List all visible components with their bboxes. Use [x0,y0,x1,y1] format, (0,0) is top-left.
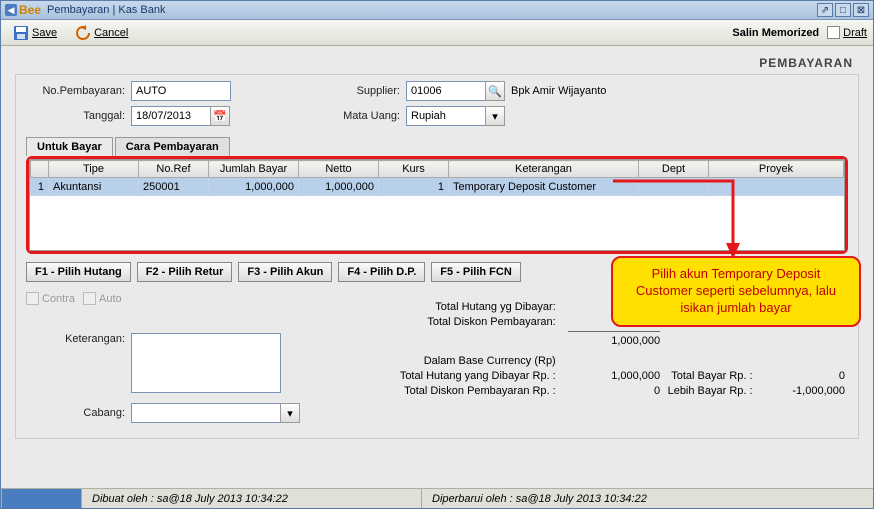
cabang-select[interactable] [131,403,281,423]
app-logo: Bee [19,3,41,17]
cancel-button[interactable]: Cancel [69,23,134,43]
auto-checkbox: Auto [83,292,122,305]
undo-icon [75,25,91,41]
total-bayar-label: Total Bayar Rp. : [660,370,752,382]
cancel-label: Cancel [94,27,128,39]
col-noref[interactable]: No.Ref [139,161,209,178]
keterangan-input[interactable] [131,333,281,393]
lebih-bayar-value: -1,000,000 [753,385,845,397]
contra-checkbox: Contra [26,292,75,305]
col-kurs[interactable]: Kurs [379,161,449,178]
total-bayar-value: 0 [753,370,845,382]
cabang-label: Cabang: [26,407,131,419]
diskon-rp-value: 0 [568,385,660,397]
app-window: ◀ Bee Pembayaran | Kas Bank ⇗ □ ⊠ Save C… [0,0,874,509]
title-bar: ◀ Bee Pembayaran | Kas Bank ⇗ □ ⊠ [1,1,873,20]
minimize-icon[interactable]: ⇗ [817,3,833,17]
col-tipe[interactable]: Tipe [49,161,139,178]
cell-kurs[interactable]: 1 [379,178,449,196]
no-pembayaran-input[interactable] [131,81,231,101]
f4-pilih-dp-button[interactable]: F4 - Pilih D.P. [338,262,425,282]
back-icon[interactable]: ◀ [5,4,17,16]
draft-checkbox[interactable] [827,26,840,39]
supplier-label: Supplier: [336,85,406,97]
f2-pilih-retur-button[interactable]: F2 - Pilih Retur [137,262,233,282]
tab-cara-pembayaran[interactable]: Cara Pembayaran [115,137,230,156]
supplier-name: Bpk Amir Wijayanto [511,85,606,97]
supplier-code-input[interactable] [406,81,486,101]
section-title: PEMBAYARAN [15,56,859,70]
tab-untuk-bayar[interactable]: Untuk Bayar [26,137,113,156]
f5-pilih-fcn-button[interactable]: F5 - Pilih FCN [431,262,521,282]
diskon-rp-label: Total Diskon Pembayaran Rp. : [345,385,568,397]
subtotal-value: 1,000,000 [568,335,660,347]
toolbar: Save Cancel Salin Memorized Draft [1,20,873,46]
col-netto[interactable]: Netto [299,161,379,178]
col-jumlah[interactable]: Jumlah Bayar [209,161,299,178]
base-currency-label: Dalam Base Currency (Rp) [345,355,568,367]
lebih-bayar-label: Lebih Bayar Rp. : [660,385,752,397]
keterangan-label: Keterangan: [26,333,131,345]
status-bar: Dibuat oleh : sa@18 July 2013 10:34:22 D… [1,488,873,508]
total-diskon-label: Total Diskon Pembayaran: [345,316,568,328]
row-num: 1 [31,178,49,196]
save-label: Save [32,27,57,39]
chevron-down-icon[interactable]: ▾ [485,106,505,126]
save-button[interactable]: Save [7,23,63,43]
f1-pilih-hutang-button[interactable]: F1 - Pilih Hutang [26,262,131,282]
tanggal-input[interactable] [131,106,211,126]
draft-label: Draft [843,27,867,39]
save-icon [13,25,29,41]
hutang-rp-label: Total Hutang yang Dibayar Rp. : [345,370,568,382]
close-icon[interactable]: ⊠ [853,3,869,17]
calendar-icon[interactable]: 📅 [210,106,230,126]
cell-netto[interactable]: 1,000,000 [299,178,379,196]
hutang-rp-value: 1,000,000 [568,370,660,382]
cell-jumlah[interactable]: 1,000,000 [209,178,299,196]
annotation-callout: Pilih akun Temporary Deposit Customer se… [611,256,861,327]
mata-uang-select[interactable] [406,106,486,126]
salin-memorized-button[interactable]: Salin Memorized [732,27,819,39]
mata-uang-label: Mata Uang: [336,110,406,122]
cell-tipe[interactable]: Akuntansi [49,178,139,196]
search-icon[interactable]: 🔍 [485,81,505,101]
tanggal-label: Tanggal: [26,110,131,122]
status-blue [1,489,81,508]
chevron-down-icon[interactable]: ▾ [280,403,300,423]
cell-noref[interactable]: 250001 [139,178,209,196]
status-dibuat: Dibuat oleh : sa@18 July 2013 10:34:22 [81,489,421,508]
window-title: Pembayaran | Kas Bank [47,4,815,16]
f3-pilih-akun-button[interactable]: F3 - Pilih Akun [238,262,332,282]
status-diperbarui: Diperbarui oleh : sa@18 July 2013 10:34:… [421,489,873,508]
maximize-icon[interactable]: □ [835,3,851,17]
no-pembayaran-label: No.Pembayaran: [26,85,131,97]
total-hutang-label: Total Hutang yg Dibayar: [345,301,568,313]
